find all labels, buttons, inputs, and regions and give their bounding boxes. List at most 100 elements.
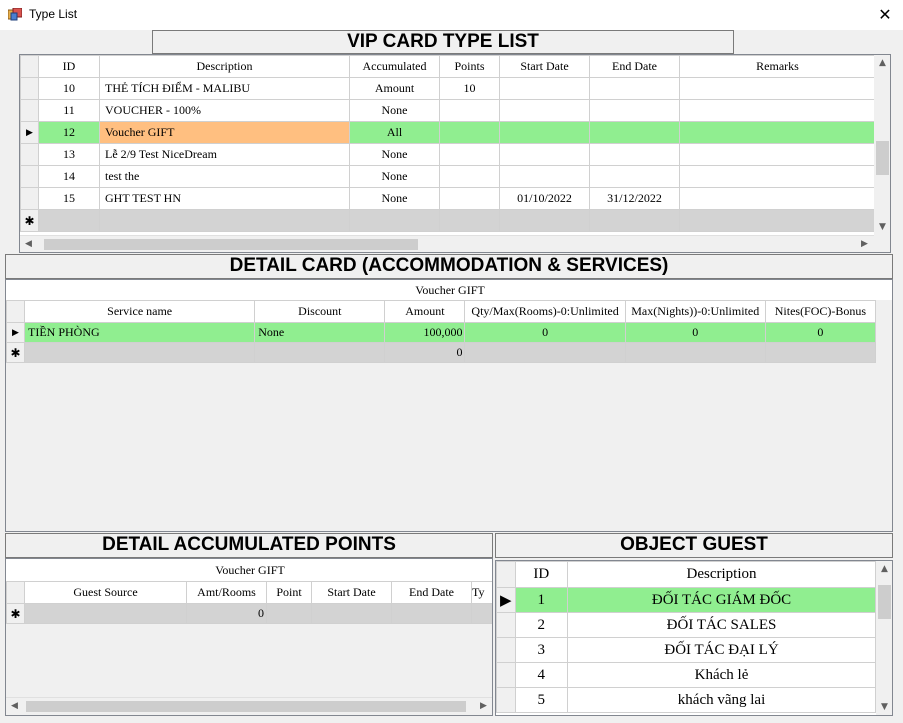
nites-cell[interactable]: 0	[764, 322, 877, 343]
point-cell[interactable]	[266, 603, 312, 624]
column-header-qty-max-rooms[interactable]: Qty/Max(Rooms)-0:Unlimited	[464, 300, 626, 323]
column-header-amount[interactable]: Amount	[384, 300, 466, 323]
scroll-thumb[interactable]	[876, 141, 889, 175]
table-row[interactable]: 13 Lễ 2/9 Test NiceDream None	[20, 143, 876, 166]
start-date-cell[interactable]	[499, 143, 590, 166]
end-date-cell[interactable]	[589, 143, 680, 166]
start-date-cell[interactable]	[499, 99, 590, 122]
column-header-point[interactable]: Point	[266, 581, 312, 604]
id-cell[interactable]: 12	[38, 121, 100, 144]
id-cell[interactable]: 4	[514, 662, 569, 688]
amount-cell[interactable]: 0	[384, 342, 466, 363]
scroll-up-icon[interactable]: ▲	[874, 55, 890, 72]
column-header-service-name[interactable]: Service name	[24, 300, 256, 323]
amt-rooms-cell[interactable]: 0	[186, 603, 267, 624]
description-cell[interactable]: Voucher GIFT	[99, 121, 350, 144]
table-row[interactable]: 4 Khách lẻ	[496, 662, 876, 688]
table-row[interactable]: 5 khách vãng lai	[496, 687, 876, 713]
points-horizontal-scrollbar[interactable]: ◀ ▶	[6, 697, 492, 714]
points-cell[interactable]	[439, 121, 500, 144]
id-cell[interactable]: 15	[38, 187, 100, 210]
accumulated-cell[interactable]	[349, 209, 440, 232]
description-cell[interactable]: khách vãng lai	[567, 687, 876, 713]
column-header-start-date[interactable]: Start Date	[499, 55, 590, 78]
accumulated-cell[interactable]: None	[349, 99, 440, 122]
scroll-thumb[interactable]	[26, 701, 466, 712]
scroll-down-icon[interactable]: ▼	[874, 219, 890, 236]
points-cell[interactable]: 10	[439, 77, 500, 100]
column-header-end-date[interactable]: End Date	[589, 55, 680, 78]
vip-card-grid[interactable]: ID Description Accumulated Points Start …	[19, 54, 891, 253]
service-name-cell[interactable]: TIỀN PHÒNG	[24, 322, 256, 343]
nights-cell[interactable]: 0	[624, 322, 766, 343]
service-name-cell[interactable]	[24, 342, 256, 363]
scroll-down-icon[interactable]: ▼	[876, 699, 892, 715]
scroll-right-icon[interactable]: ▶	[475, 698, 492, 715]
description-cell[interactable]: Lễ 2/9 Test NiceDream	[99, 143, 350, 166]
scroll-up-icon[interactable]: ▲	[876, 561, 892, 578]
remarks-cell[interactable]	[679, 143, 876, 166]
column-header-amt-rooms[interactable]: Amt/Rooms	[186, 581, 267, 604]
table-row[interactable]: ▶ 1 ĐỐI TÁC GIÁM ĐỐC	[496, 587, 876, 613]
remarks-cell[interactable]	[679, 99, 876, 122]
id-cell[interactable]: 2	[514, 612, 569, 638]
table-row[interactable]: 11 VOUCHER - 100% None	[20, 99, 876, 122]
description-cell[interactable]: THẺ TÍCH ĐIỂM - MALIBU	[99, 77, 350, 100]
scroll-thumb[interactable]	[878, 585, 891, 619]
accumulated-cell[interactable]: All	[349, 121, 440, 144]
scroll-thumb[interactable]	[44, 239, 418, 250]
scroll-left-icon[interactable]: ◀	[20, 236, 37, 252]
column-header-id[interactable]: ID	[38, 55, 100, 78]
column-header-points[interactable]: Points	[439, 55, 500, 78]
id-cell[interactable]: 3	[514, 637, 569, 663]
object-guest-vertical-scrollbar[interactable]: ▲ ▼	[876, 561, 892, 715]
qty-cell[interactable]	[464, 342, 626, 363]
table-row[interactable]: ▶ 12 Voucher GIFT All	[20, 121, 876, 144]
remarks-cell[interactable]	[679, 187, 876, 210]
column-header-max-nights[interactable]: Max(Nights))-0:Unlimited	[624, 300, 766, 323]
start-date-cell[interactable]	[311, 603, 392, 624]
vip-horizontal-scrollbar[interactable]: ◀ ▶	[20, 235, 874, 252]
accumulated-cell[interactable]: None	[349, 187, 440, 210]
end-date-cell[interactable]	[589, 209, 680, 232]
points-cell[interactable]	[439, 165, 500, 188]
type-cell[interactable]	[471, 603, 492, 624]
points-cell[interactable]	[439, 209, 500, 232]
description-cell[interactable]: ĐỐI TÁC ĐẠI LÝ	[567, 637, 876, 663]
accumulated-cell[interactable]: Amount	[349, 77, 440, 100]
amount-cell[interactable]: 100,000	[384, 322, 466, 343]
end-date-cell[interactable]	[589, 99, 680, 122]
table-row[interactable]: 2 ĐỐI TÁC SALES	[496, 612, 876, 638]
points-cell[interactable]	[439, 187, 500, 210]
description-cell[interactable]: GHT TEST HN	[99, 187, 350, 210]
table-row[interactable]: ▶ TIỀN PHÒNG None 100,000 0 0 0	[6, 322, 877, 343]
start-date-cell[interactable]	[499, 121, 590, 144]
nites-cell[interactable]	[764, 342, 877, 363]
points-cell[interactable]	[439, 99, 500, 122]
discount-cell[interactable]: None	[254, 322, 386, 343]
description-cell[interactable]: ĐỐI TÁC GIÁM ĐỐC	[567, 587, 876, 613]
scroll-left-icon[interactable]: ◀	[6, 698, 23, 715]
column-header-guest-source[interactable]: Guest Source	[24, 581, 187, 604]
column-header-accumulated[interactable]: Accumulated	[349, 55, 440, 78]
column-header-description[interactable]: Description	[99, 55, 350, 78]
accumulated-points-grid[interactable]: Voucher GIFT Guest Source Amt/Rooms Poin…	[5, 558, 493, 716]
id-cell[interactable]: 13	[38, 143, 100, 166]
column-header-nites-foc-bonus[interactable]: Nites(FOC)-Bonus	[764, 300, 877, 323]
table-row[interactable]: 14 test the None	[20, 165, 876, 188]
table-row[interactable]: 15 GHT TEST HN None 01/10/2022 31/12/2022	[20, 187, 876, 210]
new-row[interactable]: ✱ 0	[6, 603, 492, 624]
accumulated-cell[interactable]: None	[349, 165, 440, 188]
new-row[interactable]: ✱	[20, 209, 876, 232]
end-date-cell[interactable]	[589, 121, 680, 144]
discount-cell[interactable]	[254, 342, 386, 363]
object-guest-grid[interactable]: ID Description ▶ 1 ĐỐI TÁC GIÁM ĐỐC 2 ĐỐI TÁ…	[495, 560, 893, 716]
end-date-cell[interactable]: 31/12/2022	[589, 187, 680, 210]
column-header-id[interactable]: ID	[514, 561, 569, 588]
remarks-cell[interactable]	[679, 77, 876, 100]
id-cell[interactable]: 5	[514, 687, 569, 713]
description-cell[interactable]	[99, 209, 350, 232]
table-row[interactable]: 10 THẺ TÍCH ĐIỂM - MALIBU Amount 10	[20, 77, 876, 100]
detail-card-grid[interactable]: Voucher GIFT Service name Discount Amoun…	[5, 279, 893, 532]
id-cell[interactable]: 1	[514, 587, 569, 613]
